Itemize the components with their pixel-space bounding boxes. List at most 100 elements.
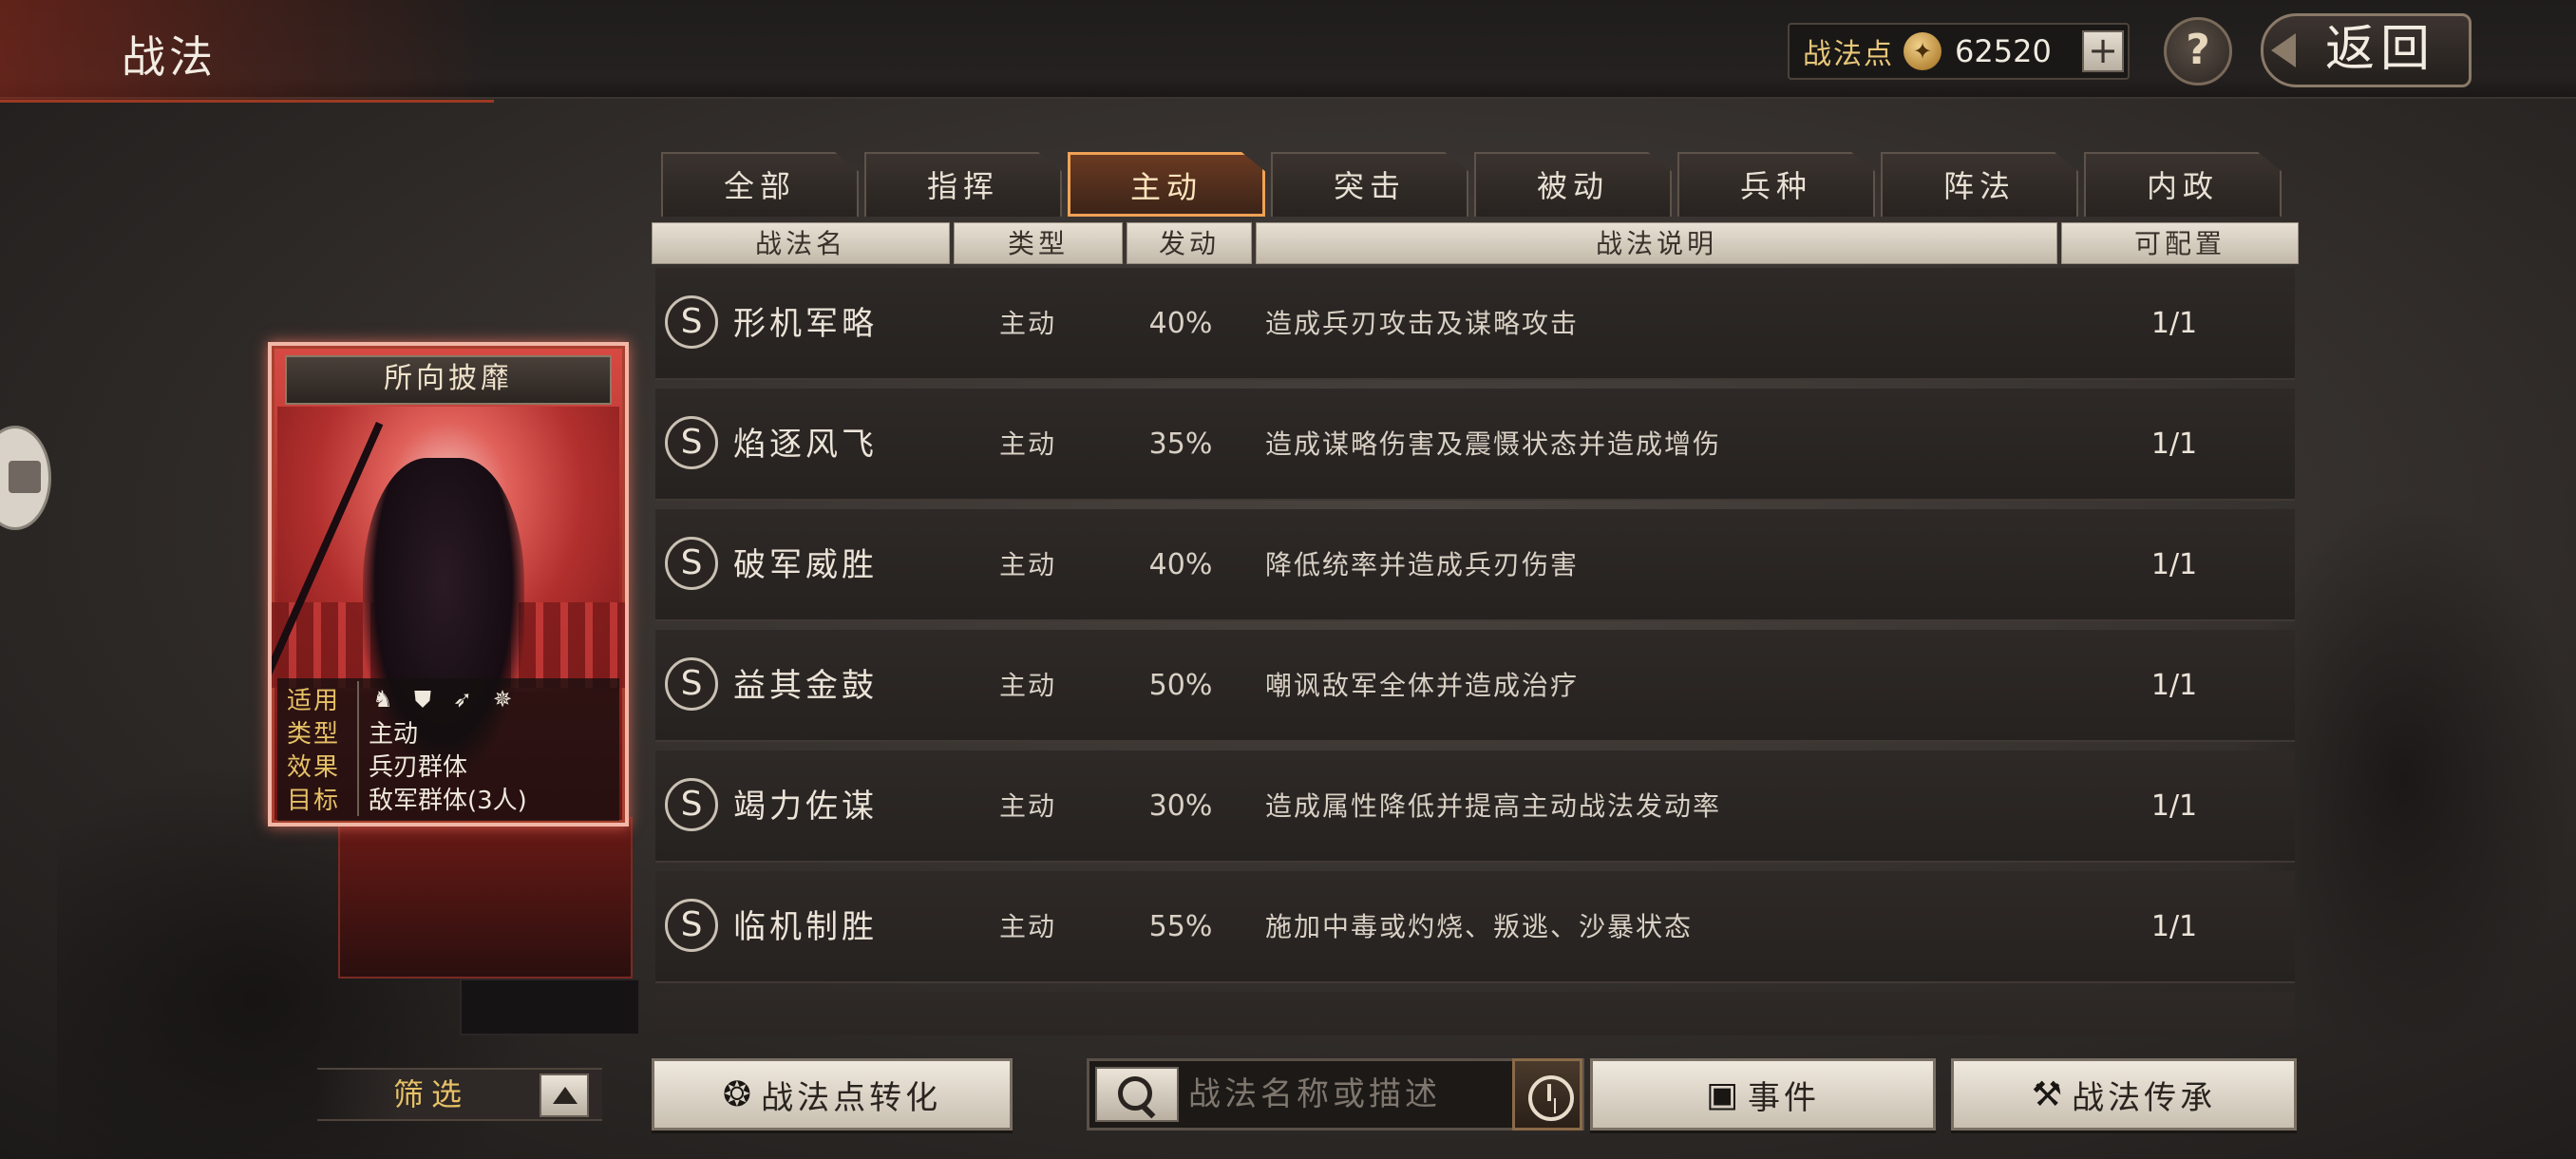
tactic-name: 益其金鼓 <box>733 667 878 705</box>
tactic-type: 主动 <box>998 549 1056 580</box>
tactic-config-count: 1/1 <box>2150 789 2198 823</box>
card-info-key: 目标 <box>287 781 359 816</box>
filter-expand-button[interactable] <box>540 1074 589 1117</box>
tactic-description: 造成兵刃攻击及谋略攻击 <box>1265 308 1580 339</box>
tactic-name: 焰逐风飞 <box>733 426 878 464</box>
convert-points-button[interactable]: ❂ 战法点转化 <box>652 1058 1013 1130</box>
shield-icon: ⛊ <box>414 685 431 712</box>
tab-formation[interactable]: 阵法 <box>1881 152 2078 217</box>
tactic-points-icon: ✦ <box>1904 32 1941 70</box>
card-info-row: 类型 主动 <box>287 714 619 750</box>
tab-command[interactable]: 指挥 <box>864 152 1062 217</box>
card-info-row: 目标 敌军群体(3人) <box>287 781 619 816</box>
search-input[interactable] <box>1188 1067 1568 1122</box>
card-info-key: 适用 <box>287 681 359 716</box>
tactic-inherit-button[interactable]: ⚒ 战法传承 <box>1951 1058 2297 1130</box>
grade-badge: S <box>665 295 718 349</box>
table-row[interactable]: S 益其金鼓 主动 50% 嘲讽敌军全体并造成治疗 1/1 <box>655 630 2295 742</box>
tactic-config-count: 1/1 <box>2150 910 2198 943</box>
tactic-name: 竭力佐谋 <box>733 788 878 826</box>
hammer-icon: ⚒ <box>2031 1074 2067 1114</box>
card-title: 所向披靡 <box>285 355 612 405</box>
flame-icon: ❂ <box>722 1074 756 1114</box>
tactic-description: 降低统率并造成兵刃伤害 <box>1265 549 1580 580</box>
table-row[interactable]: S 焰逐风飞 主动 35% 造成谋略伤害及震慑状态并造成增伤 1/1 <box>655 389 2295 501</box>
grade-badge: S <box>665 416 718 469</box>
cavalry-icon: ♞ <box>372 685 393 712</box>
tactic-rate: 35% <box>1148 428 1213 461</box>
table-row[interactable]: S 形机军略 主动 40% 造成兵刃攻击及谋略攻击 1/1 <box>655 268 2295 380</box>
tactic-rate: 40% <box>1148 307 1213 340</box>
filter-bar[interactable]: 筛选 <box>317 1068 602 1121</box>
events-button[interactable]: ▣ 事件 <box>1590 1058 1936 1130</box>
tactic-points-label: 战法点 <box>1803 38 1894 71</box>
tactic-description: 造成谋略伤害及震慑状态并造成增伤 <box>1265 428 1722 460</box>
tab-troop[interactable]: 兵种 <box>1677 152 1875 217</box>
card-info-value: 兵刃群体 <box>369 753 468 782</box>
column-header-rate[interactable]: 发动 <box>1127 222 1252 264</box>
tactic-type: 主动 <box>998 670 1056 701</box>
history-clock-button[interactable] <box>1512 1058 1582 1130</box>
tactic-name: 形机军略 <box>733 305 878 343</box>
alert-book-icon: ▣ <box>1705 1074 1742 1114</box>
tactic-points-value: 62520 <box>1955 33 2052 69</box>
card-info-value: 敌军群体(3人) <box>369 787 527 815</box>
title-banner <box>0 0 494 103</box>
tab-active[interactable]: 主动 <box>1068 152 1265 217</box>
tactic-name: 临机制胜 <box>733 908 878 946</box>
search-icon[interactable] <box>1095 1067 1179 1122</box>
tab-assault[interactable]: 突击 <box>1271 152 1468 217</box>
convert-points-label: 战法点转化 <box>761 1078 942 1117</box>
stacked-card-behind-2 <box>460 978 640 1036</box>
drawer-icon <box>9 461 41 493</box>
tactic-rate: 40% <box>1148 548 1213 581</box>
add-points-button[interactable]: + <box>2082 30 2124 72</box>
tactic-config-count: 1/1 <box>2150 548 2198 581</box>
tactic-name: 破军威胜 <box>733 546 878 584</box>
search-bar <box>1087 1058 1584 1130</box>
grade-badge: S <box>665 899 718 952</box>
tactic-points-box: 战法点 ✦ 62520 + <box>1788 23 2130 80</box>
tab-domestic[interactable]: 内政 <box>2084 152 2282 217</box>
events-label: 事件 <box>1748 1078 1820 1117</box>
card-info-key: 类型 <box>287 714 359 750</box>
card-info-value: 主动 <box>369 720 419 749</box>
grade-badge: S <box>665 778 718 831</box>
tactic-list[interactable]: S 形机军略 主动 40% 造成兵刃攻击及谋略攻击 1/1 S 焰逐风飞 主动 … <box>655 268 2295 1036</box>
grade-badge: S <box>665 657 718 711</box>
card-info-row: 适用 ♞ ⛊ ➶ ✵ <box>287 681 619 716</box>
column-header-type[interactable]: 类型 <box>954 222 1123 264</box>
table-row[interactable]: S 竭力佐谋 主动 30% 造成属性降低并提高主动战法发动率 1/1 <box>655 750 2295 863</box>
card-info-panel: 适用 ♞ ⛊ ➶ ✵ 类型 主动 效果 兵刃群体 目标 敌军群体(3人) <box>277 678 619 821</box>
unit-type-icons: ♞ ⛊ ➶ ✵ <box>369 685 517 713</box>
page-title: 战法 <box>122 31 217 83</box>
bow-icon: ➶ <box>452 685 473 712</box>
tactic-rate: 50% <box>1148 669 1213 702</box>
tab-all[interactable]: 全部 <box>661 152 859 217</box>
tactic-type: 主动 <box>998 428 1056 460</box>
help-button[interactable]: ? <box>2164 17 2232 86</box>
tactic-inherit-label: 战法传承 <box>2072 1078 2217 1117</box>
stacked-card-behind <box>338 817 633 978</box>
column-header-description: 战法说明 <box>1256 222 2057 264</box>
column-header-config[interactable]: 可配置 <box>2061 222 2299 264</box>
grade-badge: S <box>665 537 718 590</box>
table-row-partial[interactable] <box>655 992 2295 1036</box>
tactic-description: 造成属性降低并提高主动战法发动率 <box>1265 790 1722 822</box>
back-button[interactable]: 返回 <box>2261 13 2472 87</box>
chariot-icon: ✵ <box>492 685 513 712</box>
tactic-description: 施加中毒或灼烧、叛逃、沙暴状态 <box>1265 911 1694 942</box>
column-header-name[interactable]: 战法名 <box>652 222 950 264</box>
tactic-description: 嘲讽敌军全体并造成治疗 <box>1265 670 1580 701</box>
card-info-row: 效果 兵刃群体 <box>287 748 619 783</box>
table-row[interactable]: S 破军威胜 主动 40% 降低统率并造成兵刃伤害 1/1 <box>655 509 2295 621</box>
tactic-type: 主动 <box>998 790 1056 822</box>
tactic-config-count: 1/1 <box>2150 428 2198 461</box>
filter-label: 筛选 <box>393 1076 470 1112</box>
table-row[interactable]: S 临机制胜 主动 55% 施加中毒或灼烧、叛逃、沙暴状态 1/1 <box>655 871 2295 983</box>
tactic-rate: 30% <box>1148 789 1213 823</box>
tactic-config-count: 1/1 <box>2150 307 2198 340</box>
tab-passive[interactable]: 被动 <box>1474 152 1672 217</box>
selected-tactic-card[interactable]: 所向披靡 适用 ♞ ⛊ ➶ ✵ 类型 主动 效果 兵刃群体 目标 敌军群体(3人… <box>268 342 629 826</box>
tactic-type: 主动 <box>998 911 1056 942</box>
